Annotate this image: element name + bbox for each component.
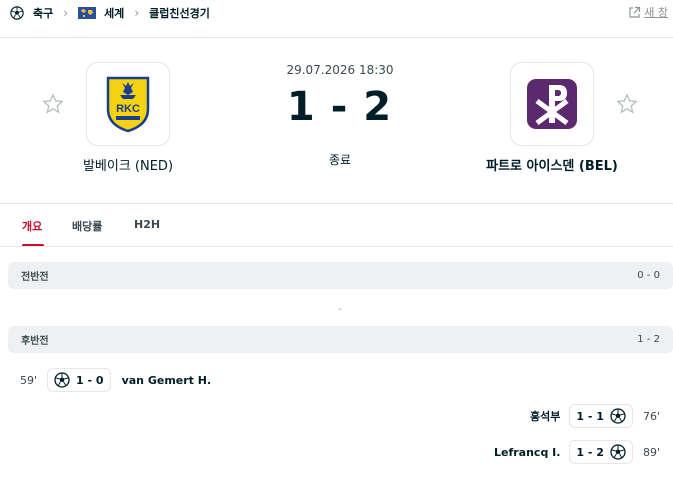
patro-crest-icon — [527, 79, 577, 129]
soccer-ball-icon — [54, 372, 70, 388]
incident-score-pill: 1 - 1 — [569, 404, 633, 428]
incident-player[interactable]: Lefrancq I. — [494, 446, 560, 459]
home-team-name[interactable]: 발베이크 (NED) — [28, 155, 228, 174]
incident-minute: 76' — [642, 409, 660, 423]
no-incidents-placeholder: - — [338, 304, 342, 315]
world-flag-icon — [78, 7, 97, 19]
home-team-logo[interactable]: RKC — [86, 62, 170, 146]
incident-row: Lefrancq I. 1 - 2 89' — [494, 439, 660, 465]
chevron-right-icon: › — [134, 6, 140, 20]
breadcrumb: 축구 › 세계 › 클럽친선경기 — [10, 4, 210, 22]
soccer-ball-icon — [10, 6, 24, 20]
rkc-crest-icon: RKC — [106, 76, 150, 133]
header-divider — [0, 37, 673, 38]
breadcrumb-region-link[interactable]: 세계 — [104, 5, 124, 21]
tabs-divider — [0, 246, 673, 247]
match-status: 종료 — [328, 153, 352, 167]
period-label: 전반전 — [21, 272, 49, 283]
match-tabs: 개요 배당률 H2H — [0, 204, 673, 247]
svg-text:RKC: RKC — [116, 103, 140, 115]
favorite-star-icon[interactable] — [42, 93, 64, 115]
incident-player[interactable]: 홍석부 — [530, 408, 560, 424]
chevron-right-icon: › — [63, 6, 69, 20]
away-team-name[interactable]: 파트로 아이스덴 (BEL) — [452, 155, 652, 174]
incident-player[interactable]: van Gemert H. — [122, 374, 212, 387]
score-separator: - — [330, 84, 350, 130]
new-window-link[interactable]: 새 창 — [628, 4, 668, 20]
away-team-logo[interactable] — [510, 62, 594, 146]
breadcrumb-sport-link[interactable]: 축구 — [33, 5, 53, 21]
period-header-second-half: 후반전 1 - 2 — [8, 326, 673, 353]
incident-row: 59' 1 - 0 van Gemert H. — [20, 367, 211, 393]
match-score: 1 - 2 — [240, 84, 440, 130]
period-score: 1 - 2 — [637, 334, 660, 345]
match-date: 29.07.2026 18:30 — [286, 63, 394, 77]
soccer-ball-icon — [610, 444, 626, 460]
incident-score-pill: 1 - 0 — [47, 368, 111, 392]
tab-overview[interactable]: 개요 — [22, 218, 42, 234]
incident-minute: 59' — [20, 373, 38, 387]
period-label: 후반전 — [21, 336, 49, 347]
incident-score: 1 - 2 — [576, 445, 604, 459]
home-score: 1 — [286, 84, 317, 130]
external-link-icon — [629, 6, 641, 18]
incident-minute: 89' — [642, 445, 660, 459]
incident-score: 1 - 1 — [576, 409, 604, 423]
incident-row: 홍석부 1 - 1 76' — [530, 403, 660, 429]
breadcrumb-competition-link[interactable]: 클럽친선경기 — [149, 5, 210, 21]
period-header-first-half: 전반전 0 - 0 — [8, 262, 673, 289]
new-window-label: 새 창 — [644, 6, 668, 19]
incident-score: 1 - 0 — [76, 373, 104, 387]
tab-h2h[interactable]: H2H — [134, 218, 160, 231]
favorite-star-icon[interactable] — [616, 93, 638, 115]
away-score: 2 — [363, 84, 394, 130]
period-score: 0 - 0 — [637, 270, 660, 281]
tab-odds[interactable]: 배당률 — [72, 218, 102, 234]
incident-score-pill: 1 - 2 — [569, 440, 633, 464]
soccer-ball-icon — [610, 408, 626, 424]
